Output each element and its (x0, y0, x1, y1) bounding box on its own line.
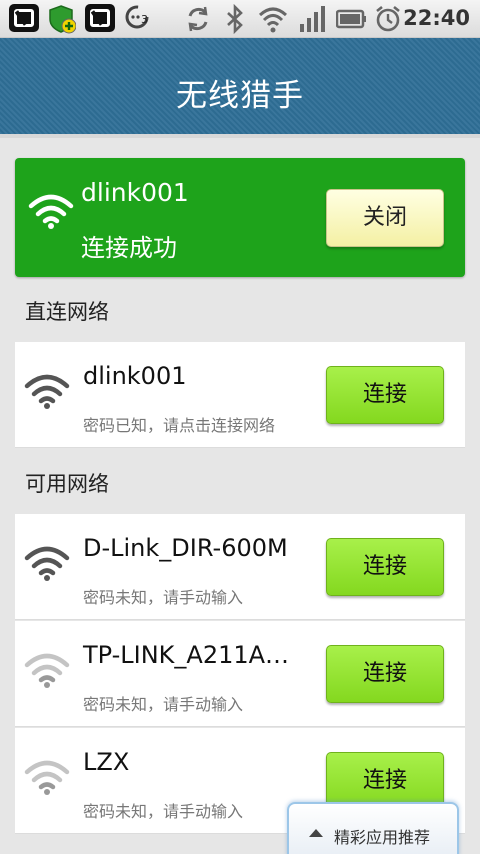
shield-plus-icon (49, 5, 76, 34)
app-header: 无线猎手 (0, 38, 480, 138)
wifi-signal-weak-icon (24, 653, 70, 688)
connection-status: 连接成功 (81, 234, 177, 262)
wifi-signal-weak-icon (24, 760, 70, 795)
network-row[interactable]: dlink001 密码已知，请点击连接网络 连接 (15, 342, 465, 448)
connect-button[interactable]: 连接 (326, 645, 444, 703)
section-title-direct: 直连网络 (25, 300, 109, 324)
network-subtitle: 密码未知，请手动输入 (83, 588, 244, 607)
connect-button[interactable]: 连接 (326, 538, 444, 596)
network-ssid: dlink001 (83, 362, 187, 390)
connect-button[interactable]: 连接 (326, 366, 444, 424)
app-recommend-tab[interactable]: 精彩应用推荐 (287, 802, 459, 854)
network-subtitle: 密码未知，请手动输入 (83, 695, 244, 714)
message-bubble-icon (125, 5, 149, 29)
signal-icon (300, 6, 325, 32)
network-row[interactable]: D-Link_DIR-600M 密码未知，请手动输入 连接 (15, 514, 465, 620)
disconnect-button[interactable]: 关闭 (326, 189, 444, 247)
connected-network-card: dlink001 连接成功 关闭 (15, 158, 465, 277)
sync-icon (188, 6, 208, 32)
battery-icon (336, 9, 366, 29)
clock: 22:40 (403, 6, 470, 30)
section-title-available: 可用网络 (25, 472, 109, 496)
wifi-signal-icon (28, 194, 74, 229)
network-ssid: TP-LINK_A211A… (83, 641, 290, 669)
app-notification-icon (9, 4, 39, 32)
alarm-clock-icon (376, 5, 400, 32)
wifi-signal-icon (24, 374, 70, 409)
connected-ssid: dlink001 (81, 178, 189, 207)
page-title: 无线猎手 (176, 78, 304, 114)
app-notification-icon (85, 4, 115, 32)
wifi-icon (258, 7, 288, 33)
network-ssid: LZX (83, 748, 130, 776)
expand-up-icon (309, 829, 323, 837)
bluetooth-icon (227, 4, 243, 34)
network-ssid: D-Link_DIR-600M (83, 534, 288, 562)
network-subtitle: 密码已知，请点击连接网络 (83, 416, 276, 435)
notification-count: 3 (141, 13, 148, 26)
network-subtitle: 密码未知，请手动输入 (83, 802, 244, 821)
status-bar: 3 22:40 (0, 0, 480, 38)
wifi-signal-icon (24, 546, 70, 581)
network-row[interactable]: TP-LINK_A211A… 密码未知，请手动输入 连接 (15, 621, 465, 727)
app-recommend-label: 精彩应用推荐 (334, 828, 431, 847)
